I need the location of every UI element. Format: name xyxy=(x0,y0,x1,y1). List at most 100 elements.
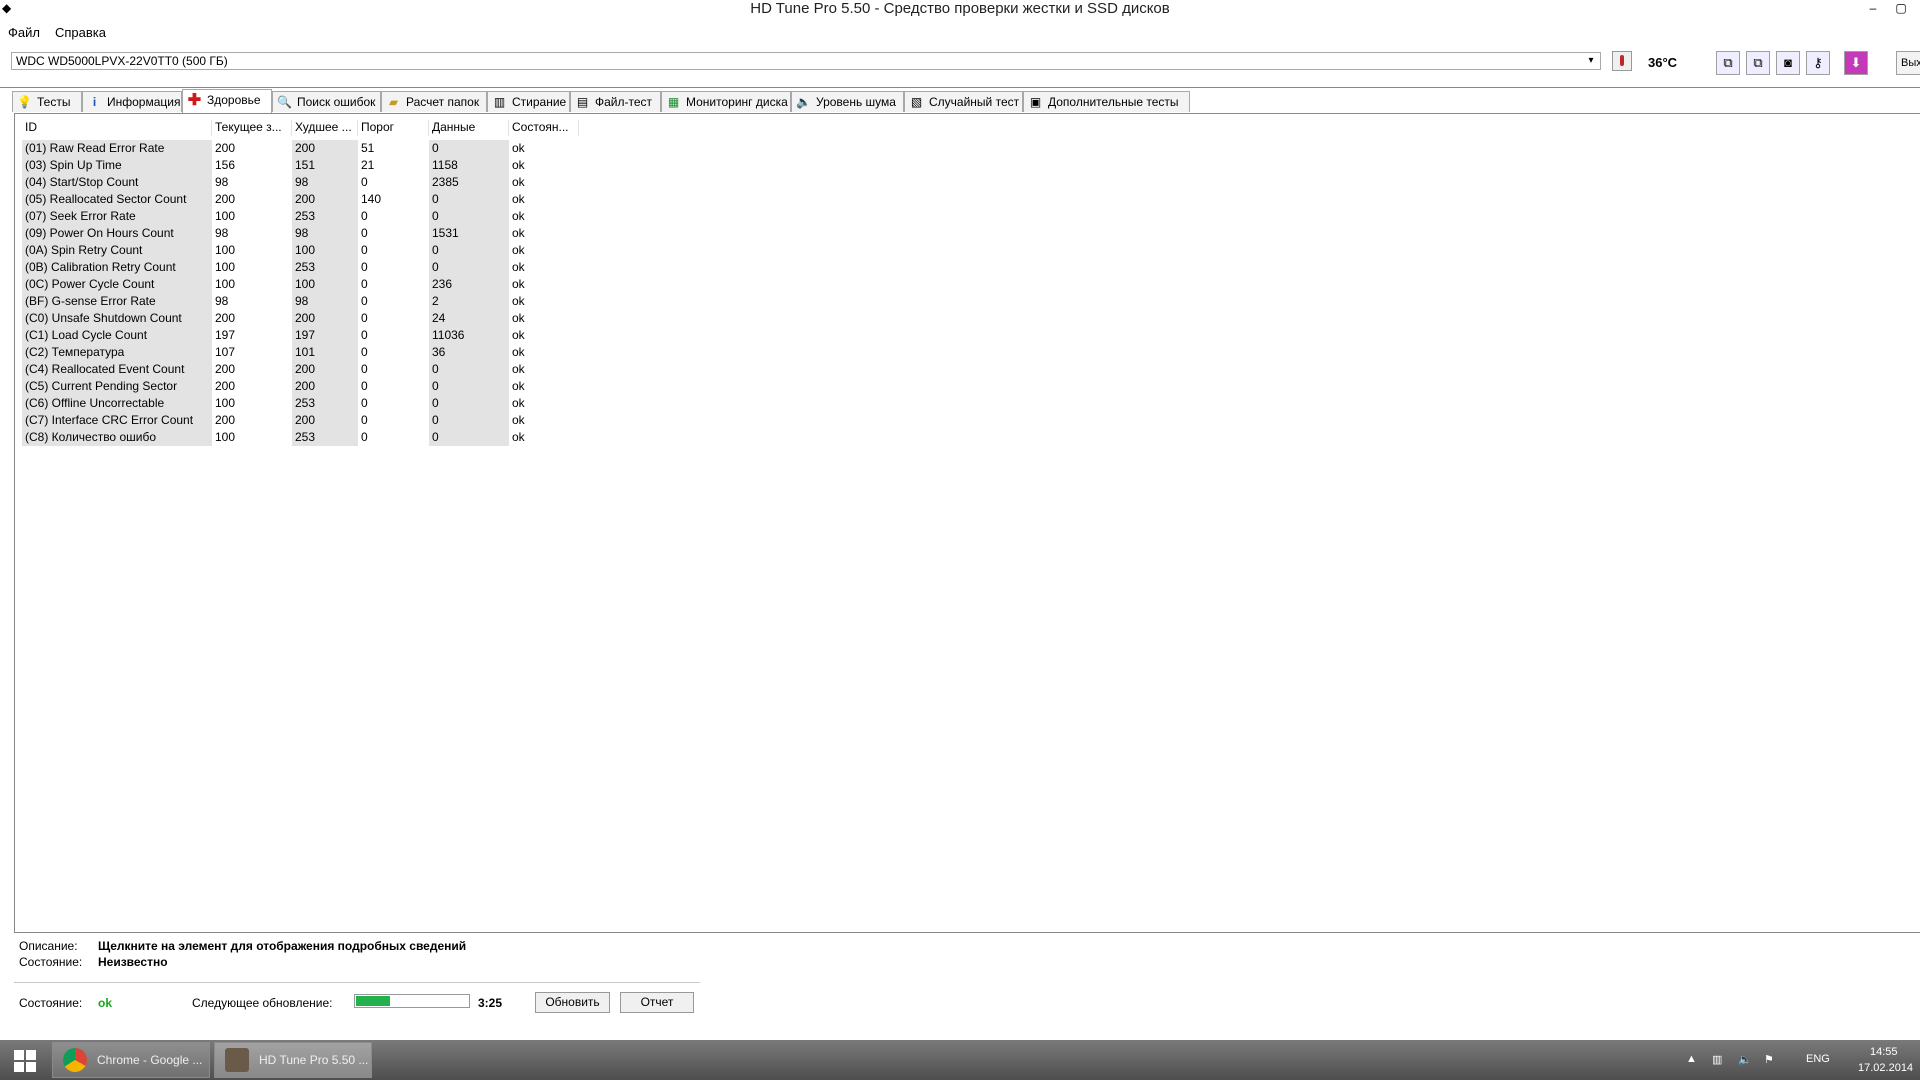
cell-id: (C1) Load Cycle Count xyxy=(22,327,212,344)
table-row[interactable]: (C5) Current Pending Sector 200 200 0 0 ok xyxy=(22,378,582,395)
menu-bar: Файл Справка xyxy=(0,22,1920,42)
action-center-icon[interactable]: ⚑ xyxy=(1764,1053,1774,1066)
tab-error-scan[interactable]: 🔍 Поиск ошибок xyxy=(272,91,381,112)
cell-status: ok xyxy=(512,141,525,155)
clock-date[interactable]: 17.02.2014 xyxy=(1858,1062,1913,1074)
report-button[interactable]: Отчет xyxy=(620,992,694,1013)
tab-folder-usage[interactable]: ▰ Расчет папок xyxy=(381,91,487,112)
cell-id: (C8) Количество ошибо xyxy=(22,429,212,446)
hdtune-icon xyxy=(225,1048,249,1072)
cell-id: (C7) Interface CRC Error Count xyxy=(22,412,212,429)
cell-id: (BF) G-sense Error Rate xyxy=(22,293,212,310)
tab-health[interactable]: ✚ Здоровье xyxy=(182,89,272,113)
start-button[interactable] xyxy=(6,1046,42,1076)
cell-status: ok xyxy=(512,396,525,410)
column-header-status[interactable]: Состоян... xyxy=(509,120,579,136)
tab-info[interactable]: i Информация xyxy=(82,91,182,112)
download-arrow-icon: ⬇ xyxy=(1850,55,1862,70)
maximize-button[interactable]: ▢ xyxy=(1890,0,1912,18)
exit-button[interactable]: Вых xyxy=(1896,51,1920,75)
extra-icon: ▣ xyxy=(1029,95,1042,109)
detail-state-label: Состояние: xyxy=(19,955,83,969)
description-label: Описание: xyxy=(19,939,78,953)
detail-state-value: Неизвестно xyxy=(98,955,168,969)
network-icon[interactable]: ▥ xyxy=(1712,1053,1722,1066)
table-row[interactable]: (C2) Температура 107 101 0 36 ok xyxy=(22,344,582,361)
cell-worst: 200 xyxy=(292,140,358,157)
cell-status: ok xyxy=(512,430,525,444)
table-row[interactable]: (C7) Interface CRC Error Count 200 200 0 0 ok xyxy=(22,412,582,429)
menu-help[interactable]: Справка xyxy=(55,25,106,40)
cell-data: 0 xyxy=(429,395,509,412)
column-header-data[interactable]: Данные xyxy=(429,120,509,136)
cell-status: ok xyxy=(512,277,525,291)
table-row[interactable]: (0C) Power Cycle Count 100 100 0 236 ok xyxy=(22,276,582,293)
tab-file-benchmark[interactable]: ▤ Файл-тест xyxy=(570,91,661,112)
table-row[interactable]: (03) Spin Up Time 156 151 21 1158 ok xyxy=(22,157,582,174)
update-progress-fill xyxy=(356,996,391,1006)
tray-expand-icon[interactable]: ▲ xyxy=(1686,1053,1697,1065)
refresh-button[interactable]: Обновить xyxy=(535,992,610,1013)
tab-random-access[interactable]: ▧ Случайный тест xyxy=(904,91,1023,112)
column-header-threshold[interactable]: Порог xyxy=(358,120,429,136)
magnifier-icon: 🔍 xyxy=(277,95,292,109)
table-row[interactable]: (C0) Unsafe Shutdown Count 200 200 0 24 ok xyxy=(22,310,582,327)
cell-worst: 100 xyxy=(292,242,358,259)
language-indicator[interactable]: ENG xyxy=(1806,1053,1830,1065)
table-row[interactable]: (09) Power On Hours Count 98 98 0 1531 ok xyxy=(22,225,582,242)
cell-data: 1158 xyxy=(429,157,509,174)
tab-erase[interactable]: ▥ Стирание xyxy=(487,91,570,112)
screenshot-button[interactable]: ◙ xyxy=(1776,51,1800,75)
health-panel: ID Текущее з... Худшее ... Порог Данные … xyxy=(14,113,1920,933)
table-row[interactable]: (C8) Количество ошибо 100 253 0 0 ok xyxy=(22,429,582,446)
copy-text-button[interactable]: ⧉ xyxy=(1746,51,1770,75)
cell-data: 0 xyxy=(429,208,509,225)
table-row[interactable]: (C4) Reallocated Event Count 200 200 0 0 ok xyxy=(22,361,582,378)
minimize-button[interactable]: – xyxy=(1862,0,1884,18)
tab-aam[interactable]: 🔈 Уровень шума xyxy=(791,91,904,112)
monitor-icon: ▦ xyxy=(667,95,680,109)
cell-status: ok xyxy=(512,158,525,172)
drive-select[interactable]: WDC WD5000LPVX-22V0TT0 (500 ГБ) ▾ xyxy=(11,52,1601,70)
table-row[interactable]: (04) Start/Stop Count 98 98 0 2385 ok xyxy=(22,174,582,191)
status-label: Состояние: xyxy=(19,996,83,1010)
options-button[interactable]: ⚷ xyxy=(1806,51,1830,75)
cell-data: 0 xyxy=(429,412,509,429)
column-header-worst[interactable]: Худшее ... xyxy=(292,120,358,136)
cell-id: (0A) Spin Retry Count xyxy=(22,242,212,259)
save-button[interactable]: ⬇ xyxy=(1844,51,1868,75)
cell-worst: 200 xyxy=(292,412,358,429)
cell-threshold: 0 xyxy=(361,379,368,393)
table-row[interactable]: (0B) Calibration Retry Count 100 253 0 0 ok xyxy=(22,259,582,276)
table-row[interactable]: (07) Seek Error Rate 100 253 0 0 ok xyxy=(22,208,582,225)
menu-file[interactable]: Файл xyxy=(8,25,40,40)
table-row[interactable]: (05) Reallocated Sector Count 200 200 140 0 o… xyxy=(22,191,582,208)
column-header-id[interactable]: ID xyxy=(22,120,212,136)
copy-info-button[interactable]: ⧉ xyxy=(1716,51,1740,75)
cell-current: 200 xyxy=(215,192,236,206)
table-row[interactable]: (C6) Offline Uncorrectable 100 253 0 0 ok xyxy=(22,395,582,412)
cell-worst: 253 xyxy=(292,259,358,276)
cell-id: (09) Power On Hours Count xyxy=(22,225,212,242)
cell-id: (C5) Current Pending Sector xyxy=(22,378,212,395)
cell-threshold: 0 xyxy=(361,294,368,308)
cell-data: 0 xyxy=(429,378,509,395)
column-header-current[interactable]: Текущее з... xyxy=(212,120,292,136)
volume-icon[interactable]: 🔈 xyxy=(1738,1053,1752,1066)
trash-icon: ▥ xyxy=(493,95,506,109)
cell-threshold: 0 xyxy=(361,413,368,427)
cell-id: (C6) Offline Uncorrectable xyxy=(22,395,212,412)
taskbar-hdtune[interactable]: HD Tune Pro 5.50 ... xyxy=(214,1042,372,1078)
table-row[interactable]: (01) Raw Read Error Rate 200 200 51 0 ok xyxy=(22,140,582,157)
table-row[interactable]: (0A) Spin Retry Count 100 100 0 0 ok xyxy=(22,242,582,259)
table-row[interactable]: (BF) G-sense Error Rate 98 98 0 2 ok xyxy=(22,293,582,310)
tab-disk-monitor[interactable]: ▦ Мониторинг диска xyxy=(661,91,791,112)
cell-data: 0 xyxy=(429,191,509,208)
tab-extra-tests[interactable]: ▣ Дополнительные тесты xyxy=(1023,91,1190,112)
table-row[interactable]: (C1) Load Cycle Count 197 197 0 11036 ok xyxy=(22,327,582,344)
tab-tests[interactable]: 💡 Тесты xyxy=(12,91,82,112)
cell-data: 0 xyxy=(429,429,509,446)
taskbar-chrome[interactable]: Chrome - Google ... xyxy=(52,1042,210,1078)
cell-threshold: 0 xyxy=(361,209,368,223)
clock-time[interactable]: 14:55 xyxy=(1870,1046,1898,1058)
